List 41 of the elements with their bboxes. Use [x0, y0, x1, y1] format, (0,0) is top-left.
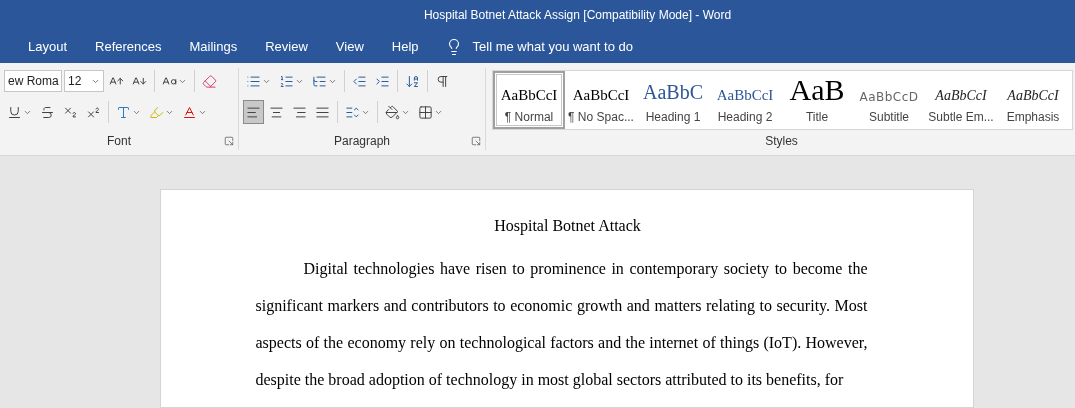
- underline-icon: [7, 104, 22, 120]
- ribbon-tab[interactable]: View: [321, 33, 378, 60]
- highlighter-icon: [149, 104, 164, 120]
- strikethrough-icon: [40, 104, 55, 120]
- document-title: Hospital Botnet Attack: [493, 217, 642, 235]
- group-label: Styles: [765, 134, 798, 148]
- font-name-field[interactable]: ew Roma: [4, 70, 62, 92]
- justify-icon: [315, 104, 330, 120]
- align-left-button[interactable]: [243, 100, 264, 124]
- numbering-icon: [279, 73, 294, 89]
- ribbon-tab[interactable]: Help: [377, 33, 433, 60]
- multilevel-list-icon: [312, 73, 327, 89]
- group-label: Paragraph: [333, 134, 390, 148]
- sort-icon: [405, 73, 420, 89]
- font-color-icon: [182, 104, 197, 120]
- ribbon-tab[interactable]: Mailings: [175, 33, 252, 60]
- ribbon-tab[interactable]: References: [81, 33, 176, 60]
- superscript-icon: [86, 104, 101, 120]
- subscript-icon: [63, 104, 78, 120]
- body-paragraph: Digital technologies have risen to prominence in contemporary society to become the significant markers and contributors to economic growth and matters relating to security. Most aspects of the economy rely on technological factors and the internet of things (IoT). However, despite the broad adoption of technology in most global sectors attributed to its benefits, for: [255, 259, 868, 391]
- line-spacing-icon: [345, 104, 360, 120]
- borders-icon: [418, 104, 433, 120]
- align-right-icon: [292, 104, 307, 120]
- bullets-icon: [246, 73, 261, 89]
- shading-icon: [385, 104, 400, 120]
- align-left-icon: [246, 104, 261, 120]
- style-option[interactable]: AaBbCcI ¶ Normal: [493, 71, 565, 129]
- dialog-launcher-icon[interactable]: [224, 136, 234, 146]
- pilcrow-icon: [435, 73, 450, 89]
- group-label: Font: [107, 134, 131, 148]
- tell-me-field[interactable]: Tell me what you want to do: [472, 39, 633, 54]
- decrease-indent-icon: [352, 73, 367, 89]
- text-effects-icon: [116, 104, 131, 120]
- font-size-field[interactable]: 12: [64, 70, 104, 92]
- align-center-icon: [269, 104, 284, 120]
- ribbon-tab[interactable]: Review: [251, 33, 322, 60]
- increase-indent-icon: [375, 73, 390, 89]
- ribbon-tab[interactable]: Layout: [14, 33, 82, 60]
- clear-formatting-icon: [202, 73, 217, 89]
- window-title: Hospital Botnet Attack Assign [Compatibility Mode] - Word: [423, 8, 732, 22]
- dialog-launcher-icon[interactable]: [471, 136, 481, 146]
